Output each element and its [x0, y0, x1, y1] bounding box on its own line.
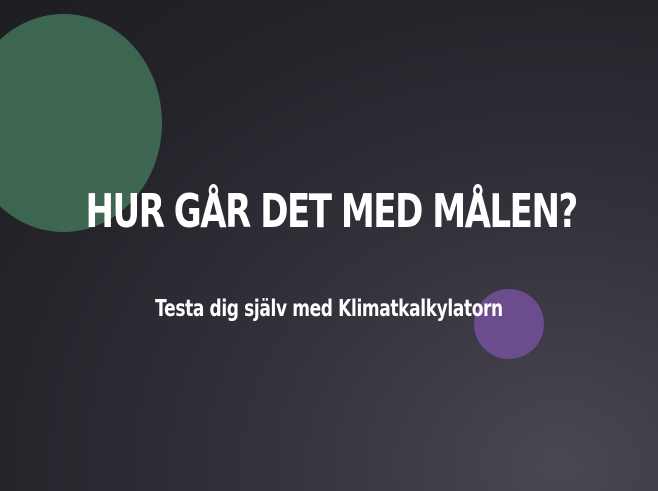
hero-headline: HUR GÅR DET MED MÅLEN?	[85, 184, 579, 238]
hero-banner[interactable]: HUR GÅR DET MED MÅLEN? Testa dig själv m…	[0, 0, 658, 491]
hero-subline[interactable]: Testa dig själv med Klimatkalkylatorn	[86, 298, 573, 321]
